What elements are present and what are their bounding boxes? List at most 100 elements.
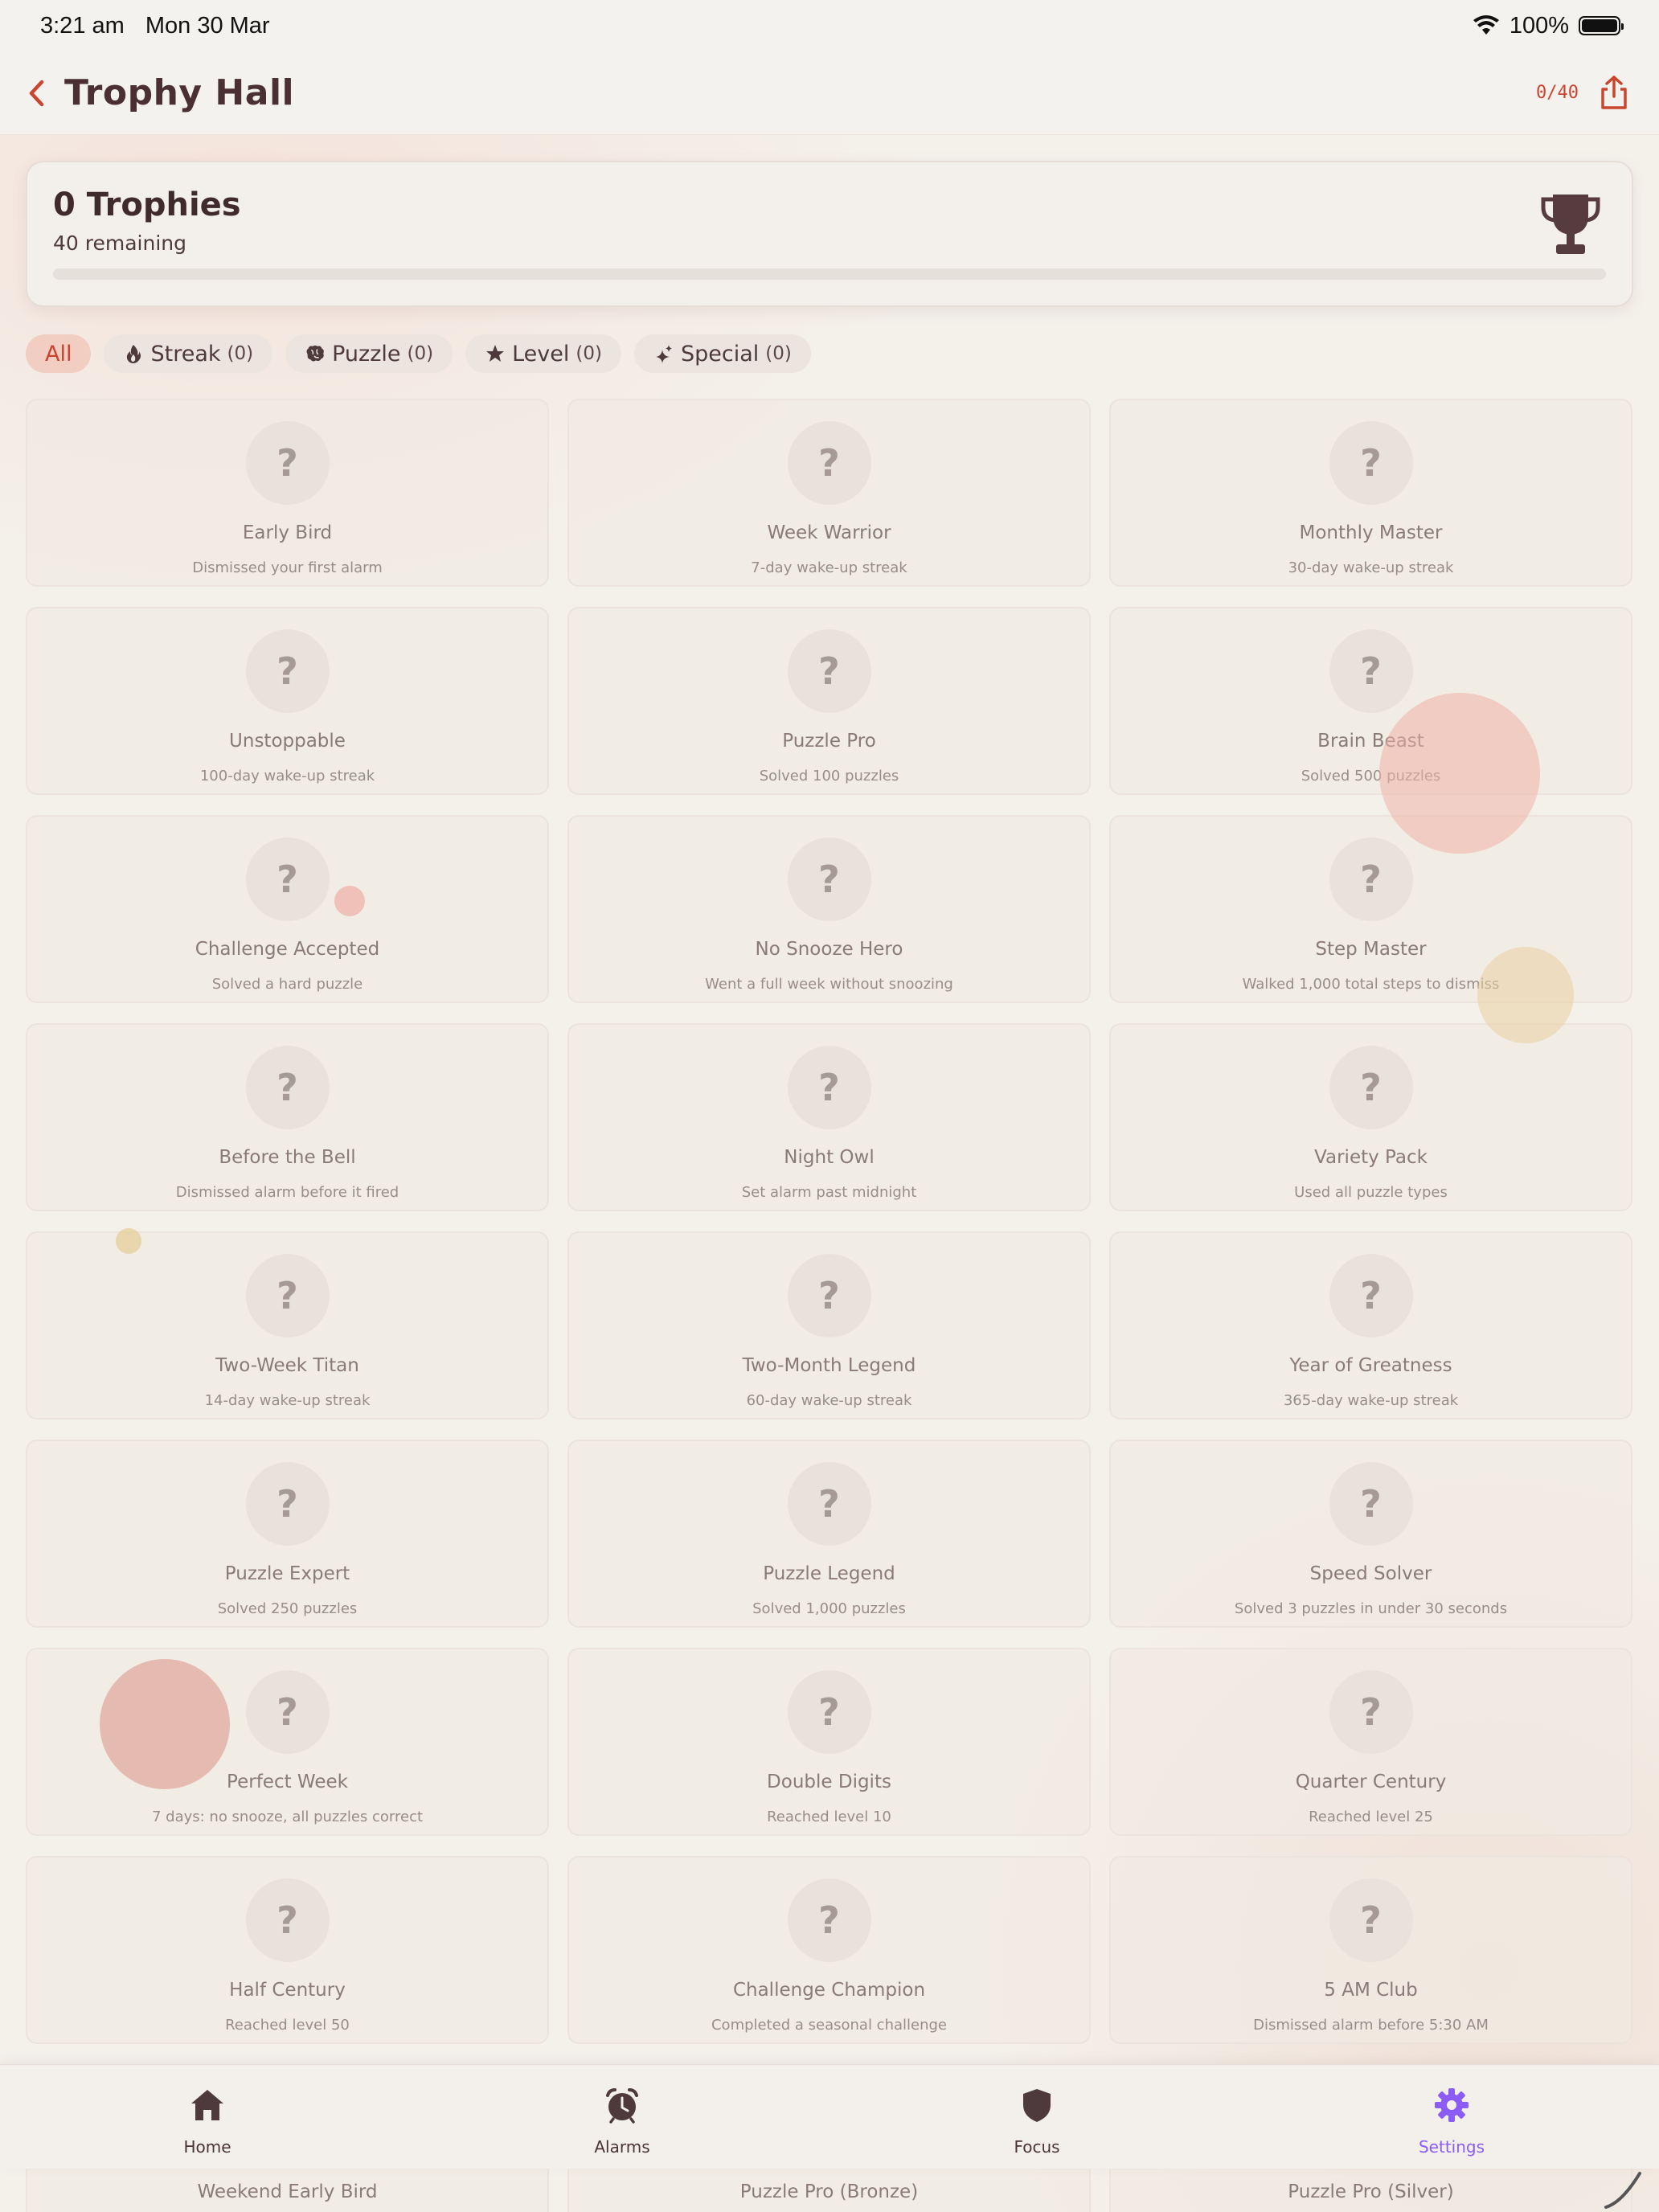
locked-trophy-icon: ? xyxy=(245,1878,330,1962)
filter-chip-special[interactable]: Special (0) xyxy=(633,334,811,373)
locked-trophy-icon: ? xyxy=(245,629,330,713)
trophy-card[interactable]: Weekend Early Bird xyxy=(26,2169,549,2212)
tab-settings[interactable]: Settings xyxy=(1244,2065,1659,2169)
trophy-card[interactable]: ? Week Warrior 7-day wake-up streak xyxy=(567,399,1091,587)
trophy-card[interactable]: ? Two-Week Titan 14-day wake-up streak xyxy=(26,1231,549,1419)
trophy-description: 100-day wake-up streak xyxy=(199,768,375,784)
trophy-description: Solved 3 puzzles in under 30 seconds xyxy=(1234,1600,1508,1617)
trophy-name: 5 AM Club xyxy=(1324,1980,1418,2001)
trophy-description: Solved 100 puzzles xyxy=(759,768,899,784)
trophy-card[interactable]: ? Unstoppable 100-day wake-up streak xyxy=(26,607,549,795)
nav-bar: Trophy Hall 0/40 xyxy=(0,51,1659,135)
trophy-description: Solved 1,000 puzzles xyxy=(752,1600,906,1617)
trophy-description: Completed a seasonal challenge xyxy=(711,2017,947,2034)
trophy-card[interactable]: ? Night Owl Set alarm past midnight xyxy=(567,1023,1091,1211)
trophy-card[interactable]: ? Quarter Century Reached level 25 xyxy=(1109,1648,1632,1836)
tab-focus[interactable]: Focus xyxy=(830,2065,1244,2169)
trophy-card[interactable]: ? Monthly Master 30-day wake-up streak xyxy=(1109,399,1632,587)
filter-chip-streak[interactable]: Streak (0) xyxy=(104,334,273,373)
trophy-card[interactable]: ? Half Century Reached level 50 xyxy=(26,1856,549,2044)
decorative-bubble xyxy=(1477,947,1574,1043)
trophy-name: Monthly Master xyxy=(1299,522,1443,543)
trophy-card[interactable]: ? Challenge Champion Completed a seasonal … xyxy=(567,1856,1091,2044)
trophy-name: Step Master xyxy=(1315,939,1427,960)
locked-trophy-icon: ? xyxy=(787,1670,871,1754)
filter-chip-label: Special xyxy=(680,341,760,367)
battery-percentage: 100% xyxy=(1509,12,1569,39)
trophy-card[interactable]: ? No Snooze Hero Went a full week without … xyxy=(567,815,1091,1003)
trophy-description: Solved 250 puzzles xyxy=(217,1600,358,1617)
tab-bar: Home Alarms Focus Settings xyxy=(0,2064,1659,2169)
tab-label: Focus xyxy=(1014,2137,1060,2157)
trophy-name: Speed Solver xyxy=(1309,1563,1432,1584)
trophy-description: Dismissed alarm before 5:30 AM xyxy=(1253,2017,1489,2034)
trophy-name: Night Owl xyxy=(784,1147,875,1168)
locked-trophy-icon: ? xyxy=(245,421,330,505)
filter-chip-all[interactable]: All xyxy=(26,334,92,373)
locked-trophy-icon: ? xyxy=(245,1670,330,1754)
trophy-name: Early Bird xyxy=(242,522,333,543)
filter-chip-count: (0) xyxy=(765,343,792,364)
locked-trophy-icon: ? xyxy=(1329,838,1413,921)
trophy-name: Puzzle Expert xyxy=(224,1563,350,1584)
trophy-icon xyxy=(1541,195,1600,254)
trophy-card[interactable]: Puzzle Pro (Silver) xyxy=(1109,2169,1632,2212)
locked-trophy-icon: ? xyxy=(245,1254,330,1337)
trophy-card[interactable]: ? Year of Greatness 365-day wake-up streak xyxy=(1109,1231,1632,1419)
trophy-name: Variety Pack xyxy=(1314,1147,1428,1168)
locked-trophy-icon: ? xyxy=(1329,1254,1413,1337)
locked-trophy-icon: ? xyxy=(1329,1670,1413,1754)
tab-alarms[interactable]: Alarms xyxy=(415,2065,830,2169)
trophy-card[interactable]: ? Speed Solver Solved 3 puzzles in under 3… xyxy=(1109,1440,1632,1628)
trophy-card[interactable]: ? Before the Bell Dismissed alarm before i… xyxy=(26,1023,549,1211)
locked-trophy-icon: ? xyxy=(1329,421,1413,505)
trophy-card[interactable]: ? Puzzle Expert Solved 250 puzzles xyxy=(26,1440,549,1628)
trophy-card[interactable]: ? Double Digits Reached level 10 xyxy=(567,1648,1091,1836)
filter-chip-level[interactable]: Level (0) xyxy=(465,334,621,373)
locked-trophy-icon: ? xyxy=(1329,1046,1413,1129)
gear-icon xyxy=(1435,2088,1469,2122)
trophy-name: Puzzle Pro xyxy=(782,731,876,752)
tab-label: Alarms xyxy=(594,2137,650,2157)
trophy-description: Used all puzzle types xyxy=(1294,1184,1448,1201)
trophy-name: Two-Week Titan xyxy=(215,1355,359,1376)
locked-trophy-icon: ? xyxy=(787,1046,871,1129)
decorative-bubble xyxy=(334,886,365,916)
trophy-card[interactable]: ? Challenge Accepted Solved a hard puzzle xyxy=(26,815,549,1003)
trophy-name: Year of Greatness xyxy=(1289,1355,1452,1376)
trophy-total: 0 Trophies xyxy=(53,186,241,223)
wifi-icon xyxy=(1473,15,1499,35)
filter-chip-label: Level xyxy=(512,341,570,367)
trophy-card[interactable]: ? Puzzle Pro Solved 100 puzzles xyxy=(567,607,1091,795)
trophy-description: Reached level 50 xyxy=(225,2017,350,2034)
trophy-description: 7 days: no snooze, all puzzles correct xyxy=(151,1809,424,1825)
share-icon[interactable] xyxy=(1596,74,1632,113)
battery-icon xyxy=(1579,16,1624,35)
tab-home[interactable]: Home xyxy=(0,2065,415,2169)
locked-trophy-icon: ? xyxy=(245,1462,330,1546)
trophy-description: Set alarm past midnight xyxy=(741,1184,917,1201)
trophy-card[interactable]: ? Variety Pack Used all puzzle types xyxy=(1109,1023,1632,1211)
trophy-card[interactable]: ? Two-Month Legend 60-day wake-up streak xyxy=(567,1231,1091,1419)
trophy-card[interactable]: ? Brain Beast Solved 500 puzzles xyxy=(1109,607,1632,795)
locked-trophy-icon: ? xyxy=(787,421,871,505)
alarm-clock-icon xyxy=(606,2088,638,2124)
filter-chip-label: Streak xyxy=(150,341,221,367)
locked-trophy-icon: ? xyxy=(1329,629,1413,713)
locked-trophy-icon: ? xyxy=(1329,1878,1413,1962)
tab-label: Home xyxy=(183,2137,231,2157)
trophy-name: Double Digits xyxy=(767,1772,891,1792)
trophy-card[interactable]: ? 5 AM Club Dismissed alarm before 5:30 AM xyxy=(1109,1856,1632,2044)
trophy-card[interactable]: ? Puzzle Legend Solved 1,000 puzzles xyxy=(567,1440,1091,1628)
trophy-name: No Snooze Hero xyxy=(755,939,903,960)
trophy-card[interactable]: ? Early Bird Dismissed your first alarm xyxy=(26,399,549,587)
locked-trophy-icon: ? xyxy=(1329,1462,1413,1546)
back-chevron-icon[interactable] xyxy=(27,77,53,109)
partial-trophy-row: Weekend Early Bird Puzzle Pro (Bronze) P… xyxy=(26,2169,1633,2212)
trophy-name: Challenge Champion xyxy=(732,1980,926,2001)
star-icon xyxy=(486,345,505,362)
trophy-card[interactable]: Puzzle Pro (Bronze) xyxy=(567,2169,1091,2212)
locked-trophy-icon: ? xyxy=(245,838,330,921)
tab-label: Settings xyxy=(1418,2137,1485,2157)
filter-chip-puzzle[interactable]: Puzzle (0) xyxy=(285,334,453,373)
